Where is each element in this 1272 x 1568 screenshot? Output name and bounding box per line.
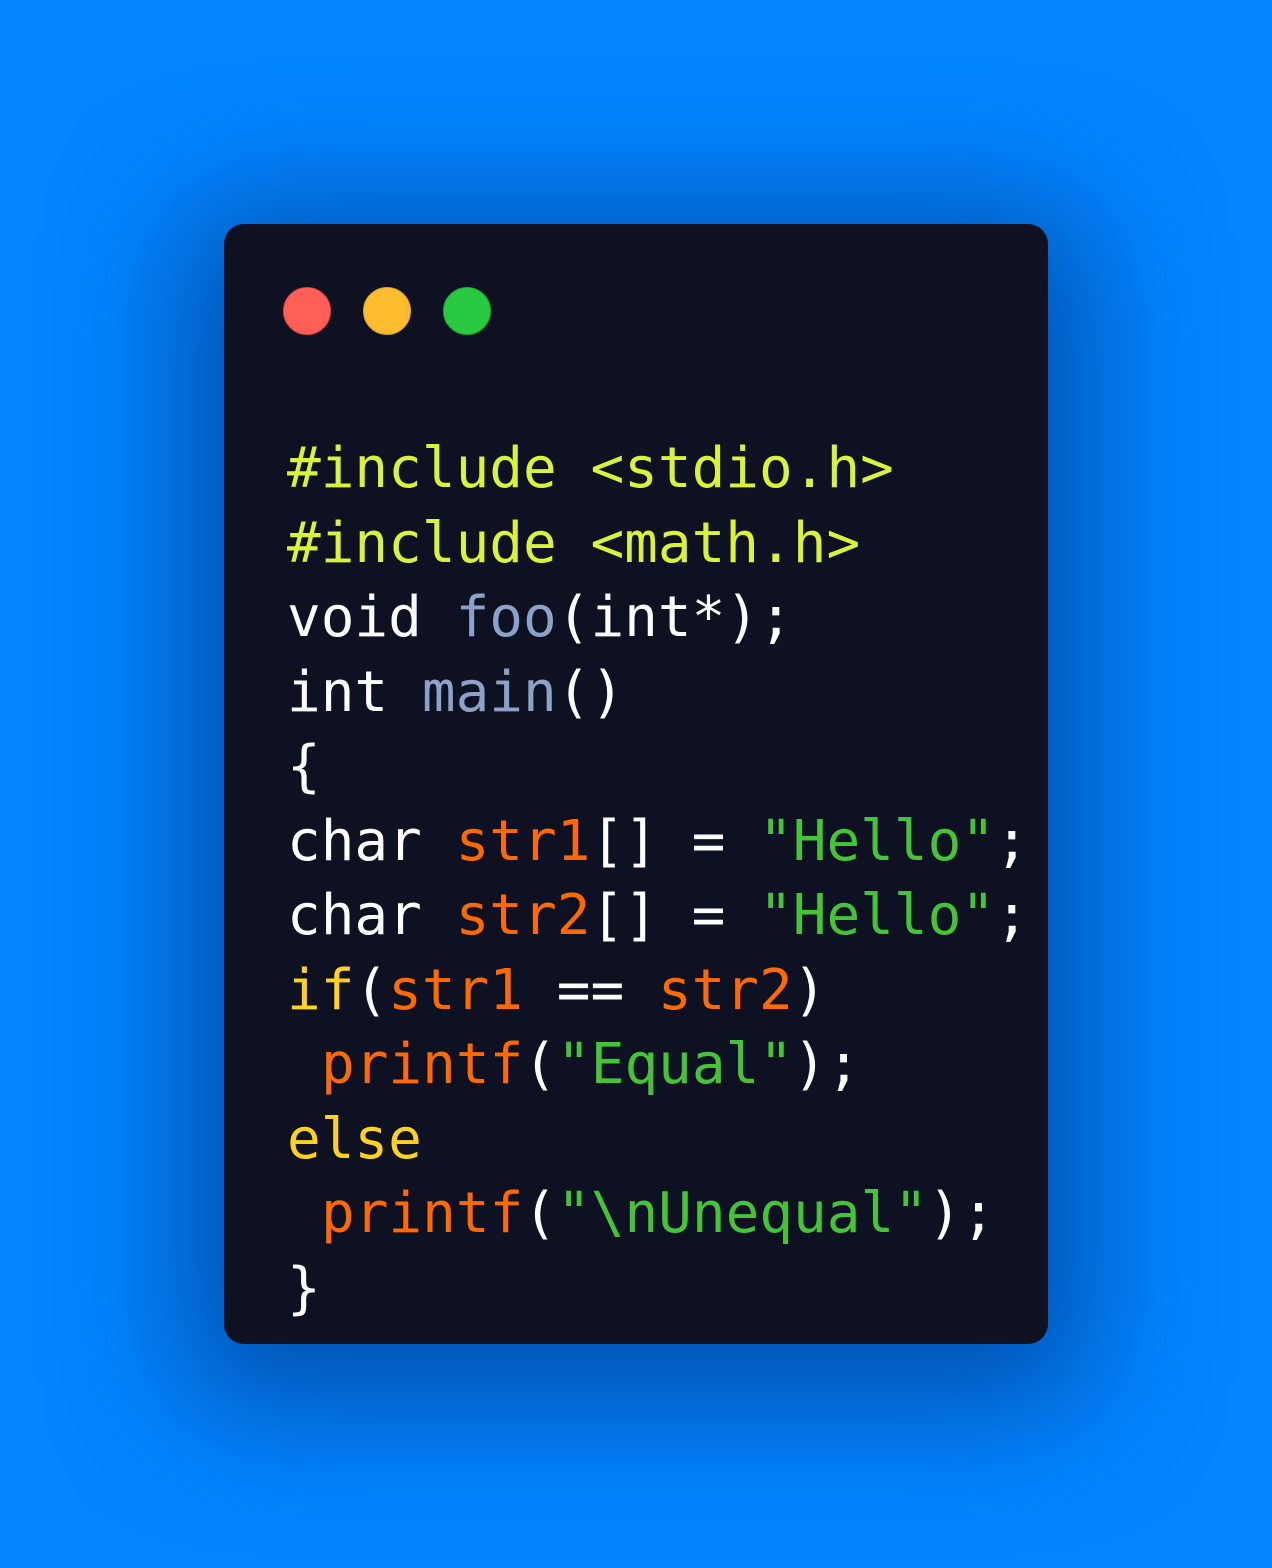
code-line: else xyxy=(287,1103,1029,1178)
code-window: #include <stdio.h> #include <math.h> void … xyxy=(224,224,1048,1344)
code-line: #include <math.h> xyxy=(287,507,1029,582)
close-dot-icon[interactable] xyxy=(283,287,331,335)
code-line: printf("Equal"); xyxy=(287,1028,1029,1103)
variable-name: str2 xyxy=(455,883,591,948)
code-line: { xyxy=(287,730,1029,805)
variable-name: str1 xyxy=(455,808,591,874)
punctuation: [] = xyxy=(590,883,760,948)
code-line: char str1[] = "Hello"; xyxy=(287,805,1029,880)
type-keyword: void xyxy=(287,585,422,650)
punctuation: () xyxy=(556,659,625,725)
function-call: printf xyxy=(321,1181,524,1246)
operator: == xyxy=(523,957,658,1023)
punctuation: ); xyxy=(725,585,793,650)
maximize-dot-icon[interactable] xyxy=(443,287,491,335)
code-block: #include <stdio.h> #include <math.h> void … xyxy=(287,432,1029,1326)
code-line: if(str1 == str2) xyxy=(287,954,1029,1029)
control-keyword: if xyxy=(287,957,355,1023)
punctuation: [] = xyxy=(590,808,760,874)
code-line: char str2[] = "Hello"; xyxy=(287,879,1029,954)
string-literal: "\nUnequal" xyxy=(557,1181,928,1246)
code-line: #include <stdio.h> xyxy=(287,432,1029,507)
include-header: <math.h> xyxy=(590,510,861,576)
function-name: foo xyxy=(455,585,557,650)
type-keyword: char xyxy=(287,883,422,948)
punctuation: ) xyxy=(792,957,827,1023)
brace: } xyxy=(287,1255,321,1321)
preprocessor-directive: #include xyxy=(287,510,557,576)
variable-name: str2 xyxy=(657,957,793,1023)
code-line: void foo(int*); xyxy=(287,581,1029,656)
code-line: printf("\nUnequal"); xyxy=(287,1177,1029,1252)
punctuation: ( xyxy=(523,1181,558,1246)
minimize-dot-icon[interactable] xyxy=(363,287,411,335)
function-call: printf xyxy=(321,1032,524,1097)
type-keyword: int xyxy=(287,659,389,725)
string-literal: "Hello" xyxy=(759,808,996,874)
type-keyword: char xyxy=(287,808,422,874)
string-literal: "Equal" xyxy=(557,1032,794,1097)
punctuation: ( xyxy=(523,1032,558,1097)
punctuation: ( xyxy=(556,585,591,650)
code-line: } xyxy=(287,1252,1029,1327)
punctuation: ); xyxy=(927,1181,996,1246)
param-type: int* xyxy=(590,585,726,650)
variable-name: str1 xyxy=(388,957,524,1023)
control-keyword: else xyxy=(287,1106,422,1172)
string-literal: "Hello" xyxy=(759,883,996,948)
brace: { xyxy=(287,734,321,799)
punctuation: ); xyxy=(793,1032,861,1097)
function-name: main xyxy=(421,659,557,725)
preprocessor-directive: #include xyxy=(287,436,557,501)
punctuation: ; xyxy=(995,883,1029,948)
punctuation: ; xyxy=(995,808,1029,874)
code-line: int main() xyxy=(287,656,1029,731)
include-header: <stdio.h> xyxy=(590,436,894,501)
punctuation: ( xyxy=(354,957,389,1023)
